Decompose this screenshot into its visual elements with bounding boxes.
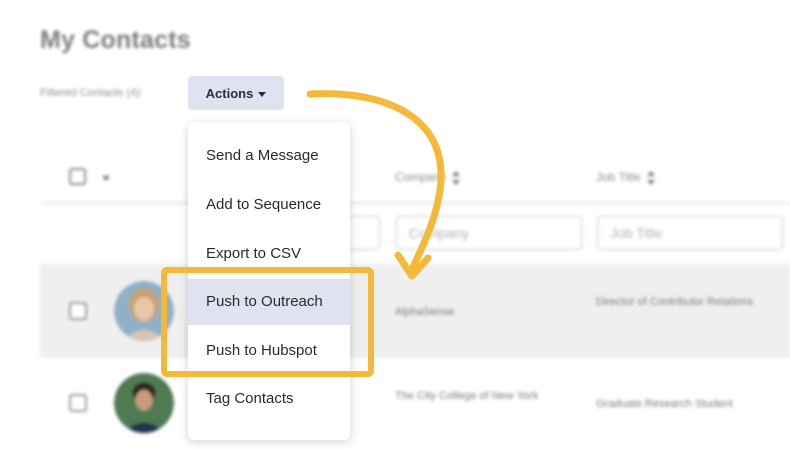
page-title: My Contacts xyxy=(40,26,191,54)
job-title-filter-placeholder: Job Title xyxy=(610,225,663,241)
column-header-job-title-label: Job Title xyxy=(596,170,641,184)
menu-item-send-message[interactable]: Send a Message xyxy=(188,133,350,179)
company-cell: AlphaSense xyxy=(395,306,455,318)
select-all-checkbox[interactable] xyxy=(69,168,86,185)
menu-item-add-to-sequence[interactable]: Add to Sequence xyxy=(188,182,350,228)
company-filter-input[interactable]: Company xyxy=(396,216,582,250)
company-cell: The City College of New York xyxy=(395,390,539,402)
column-header-job-title[interactable]: Job Title xyxy=(596,170,655,185)
contacts-page-background: My Contacts Filtered Contacts (4): Compa… xyxy=(0,0,790,450)
actions-dropdown-menu: Send a Message Add to Sequence Export to… xyxy=(188,122,350,440)
job-title-filter-input[interactable]: Job Title xyxy=(597,216,783,250)
menu-item-tag-contacts[interactable]: Tag Contacts xyxy=(188,376,350,422)
filtered-contacts-label: Filtered Contacts (4): xyxy=(40,87,143,99)
actions-button-label: Actions xyxy=(205,85,254,101)
column-header-company-label: Company xyxy=(395,170,447,184)
table-row[interactable]: AlphaSense Director of Contributor Relat… xyxy=(40,264,790,358)
menu-item-push-to-hubspot[interactable]: Push to Hubspot xyxy=(188,328,350,374)
sort-icon[interactable] xyxy=(646,170,655,185)
screenshot-stage: My Contacts Filtered Contacts (4): Compa… xyxy=(0,0,790,450)
avatar xyxy=(114,373,174,433)
company-filter-placeholder: Company xyxy=(409,225,469,241)
sort-icon[interactable] xyxy=(452,170,461,185)
avatar xyxy=(114,281,174,341)
menu-item-export-csv[interactable]: Export to CSV xyxy=(188,231,350,277)
menu-item-push-to-outreach[interactable]: Push to Outreach xyxy=(188,279,350,325)
chevron-down-icon[interactable] xyxy=(102,176,110,181)
table-row[interactable]: The City College of New York Graduate Re… xyxy=(40,358,790,450)
table-header: Company Job Title xyxy=(40,160,790,200)
column-header-company[interactable]: Company xyxy=(395,170,461,185)
chevron-down-icon xyxy=(258,91,267,97)
job-title-cell: Graduate Research Student xyxy=(596,398,733,410)
header-divider xyxy=(40,202,790,204)
job-title-cell: Director of Contributor Relations xyxy=(596,296,754,308)
actions-button[interactable]: Actions xyxy=(188,76,284,110)
row-checkbox[interactable] xyxy=(69,302,87,320)
row-checkbox[interactable] xyxy=(69,394,87,412)
